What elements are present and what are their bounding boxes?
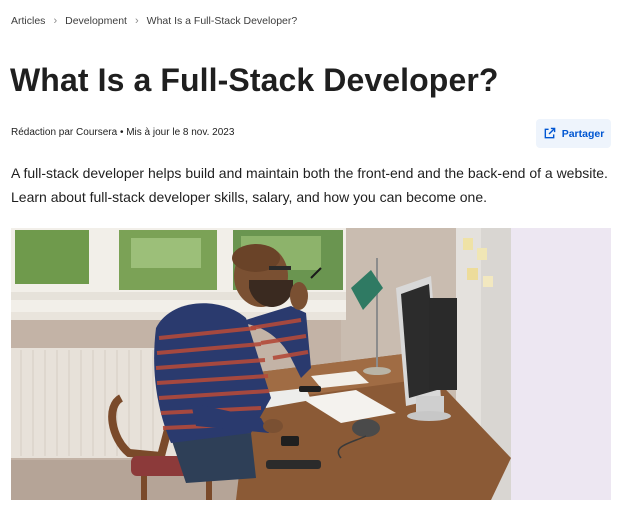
share-external-icon (543, 127, 556, 140)
page-title: What Is a Full-Stack Developer? (10, 62, 499, 98)
share-button-label: Partager (561, 127, 605, 140)
breadcrumb-separator: › (134, 15, 139, 27)
breadcrumb: Articles › Development › What Is a Full-… (11, 15, 297, 27)
hero-image (11, 228, 611, 500)
breadcrumb-development-link[interactable]: Development (65, 15, 127, 27)
breadcrumb-articles-link[interactable]: Articles (11, 15, 45, 27)
breadcrumb-current-page: What Is a Full-Stack Developer? (146, 15, 298, 27)
article-description: A full-stack developer helps build and m… (11, 165, 608, 205)
breadcrumb-separator: › (53, 15, 58, 27)
article-meta: Rédaction par Coursera • Mis à jour le 8… (11, 127, 235, 138)
share-button[interactable]: Partager (536, 119, 611, 148)
